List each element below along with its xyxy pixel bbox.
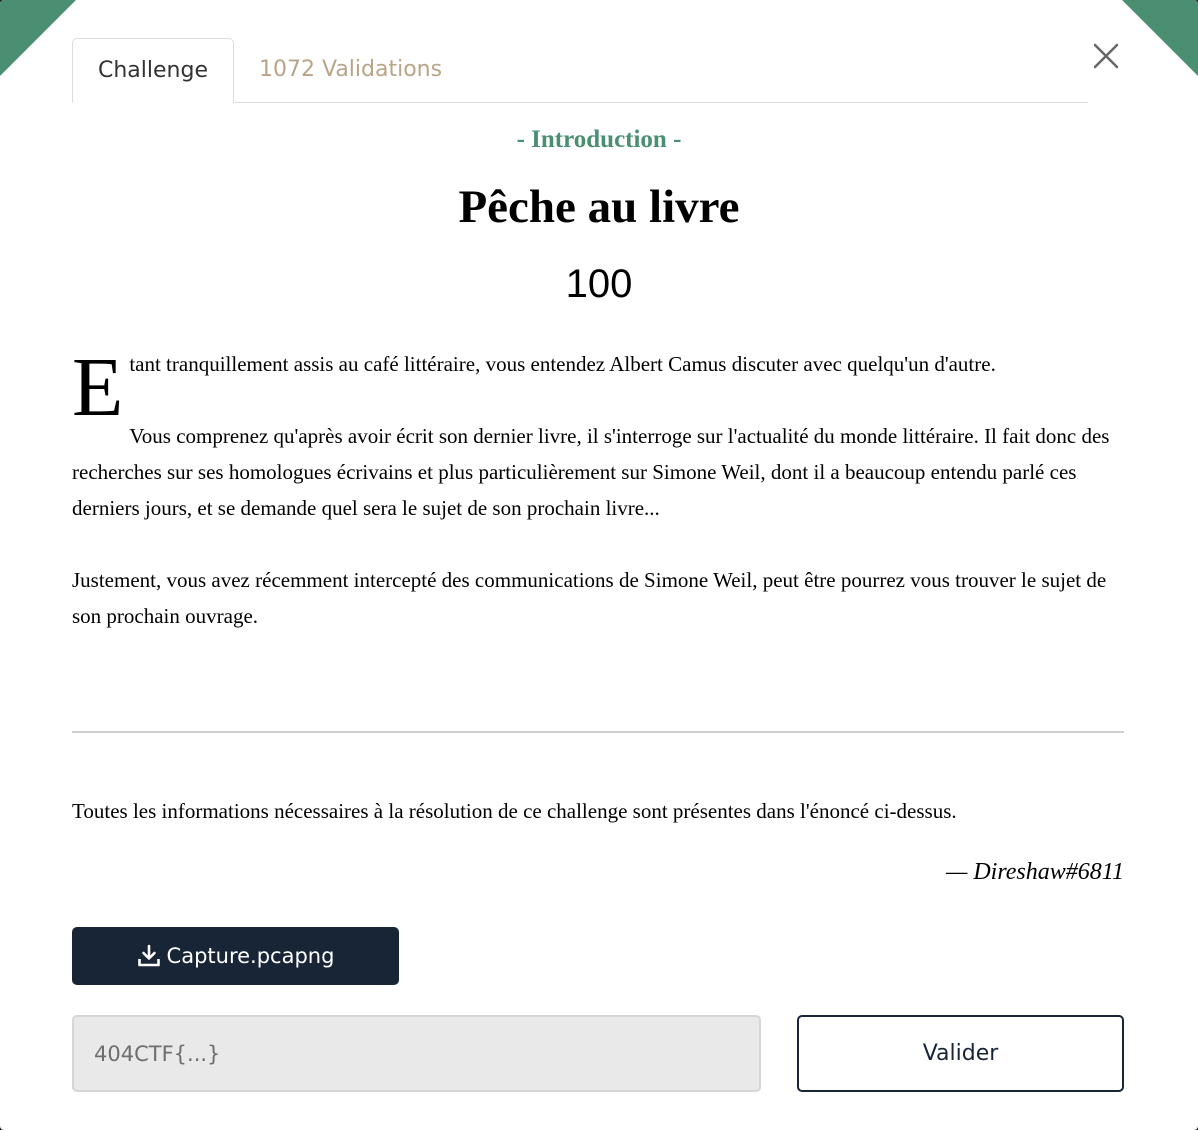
challenge-category: - Introduction -	[516, 126, 682, 153]
drop-cap: E	[72, 341, 124, 434]
challenge-modal: Challenge 1072 Validations - Introductio…	[0, 0, 1198, 1130]
description-paragraph: Justement, vous avez récemment intercept…	[72, 568, 1107, 628]
flag-input[interactable]	[72, 1015, 761, 1092]
description-paragraph: Etant tranquillement assis au café litté…	[72, 346, 1124, 430]
tab-validations[interactable]: 1072 Validations	[259, 38, 442, 101]
corner-decoration-left	[0, 0, 76, 76]
challenge-author: — Direshaw#6811	[945, 859, 1124, 885]
download-file-label: Capture.pcapng	[166, 944, 335, 968]
challenge-points: 100	[565, 262, 633, 306]
divider	[72, 731, 1124, 733]
corner-decoration-right	[1122, 0, 1198, 76]
close-icon	[1093, 43, 1119, 69]
validate-button[interactable]: Valider	[797, 1015, 1124, 1092]
tab-bar: Challenge 1072 Validations	[72, 38, 1088, 103]
download-file-button[interactable]: Capture.pcapng	[72, 927, 399, 985]
description-paragraph: Vous comprenez qu'après avoir écrit son …	[72, 424, 1110, 520]
challenge-info: Toutes les informations nécessaires à la…	[72, 799, 957, 823]
download-icon	[137, 944, 161, 968]
tab-challenge[interactable]: Challenge	[72, 38, 234, 103]
paragraph-text: tant tranquillement assis au café littér…	[129, 352, 996, 376]
challenge-description: Etant tranquillement assis au café litté…	[72, 346, 1124, 670]
close-button[interactable]	[1092, 42, 1120, 70]
challenge-title: Pêche au livre	[458, 181, 740, 233]
